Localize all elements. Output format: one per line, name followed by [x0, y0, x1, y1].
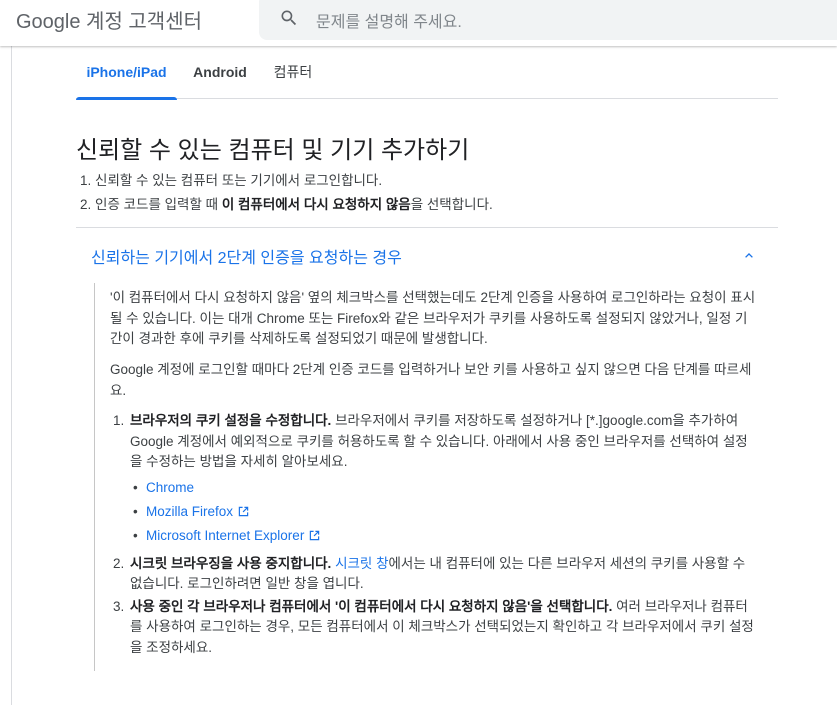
- platform-tabs: iPhone/iPad Android 컴퓨터: [76, 46, 778, 100]
- external-link-icon: [310, 530, 320, 540]
- bullet: •: [133, 479, 138, 495]
- chevron-up-icon[interactable]: [742, 248, 756, 262]
- search-icon[interactable]: [279, 8, 299, 28]
- step-text: 을 선택합니다.: [410, 197, 493, 212]
- header: Google 계정 고객센터 문제를 설명해 주세요.: [0, 0, 837, 46]
- accordion-body-rule: [94, 283, 95, 671]
- fix-step-number: 2.: [113, 555, 125, 571]
- accordion-paragraph: '이 컴퓨터에서 다시 요청하지 않음' 옆의 체크박스를 선택했는데도 2단계…: [110, 290, 756, 346]
- fix-step-bold-text: 브라우저의 쿠키 설정을 수정합니다.: [130, 413, 332, 428]
- left-border: [11, 46, 12, 705]
- search-input[interactable]: 문제를 설명해 주세요.: [316, 8, 462, 32]
- fix-step-item: 1. 브라우저의 쿠키 설정을 수정합니다. 브라우저에서 쿠키를 저장하도록 …: [110, 411, 758, 548]
- step-text: 신뢰할 수 있는 컴퓨터 또는 기기에서 로그인합니다.: [95, 173, 383, 188]
- browser-links: • Chrome • Mozilla Firefox • Microsoft I…: [130, 476, 758, 548]
- step-text: 인증 코드를 입력할 때: [95, 197, 222, 212]
- fix-step-bold-text: 시크릿 브라우징을 사용 중지합니다.: [130, 555, 332, 571]
- step-item: 2. 인증 코드를 입력할 때 이 컴퓨터에서 다시 요청하지 않음을 선택합니…: [80, 195, 493, 219]
- fix-step-number: 3.: [113, 598, 125, 614]
- step-number: 1.: [80, 173, 92, 188]
- accordion-paragraph: Google 계정에 로그인할 때마다 2단계 인증 코드를 입력하거나 보안 …: [110, 362, 752, 398]
- step-number: 2.: [80, 197, 92, 212]
- fix-step-number: 1.: [113, 413, 125, 428]
- accordion-title[interactable]: 신뢰하는 기기에서 2단계 인증을 요청하는 경우: [91, 244, 402, 268]
- step-bold-text: 이 컴퓨터에서 다시 요청하지 않음: [221, 197, 411, 212]
- tab-android[interactable]: Android: [186, 46, 254, 99]
- fix-step-item: 3. 사용 중인 각 브라우저나 컴퓨터에서 '이 컴퓨터에서 다시 요청하지 …: [110, 597, 758, 659]
- fix-steps-list: 1. 브라우저의 쿠키 설정을 수정합니다. 브라우저에서 쿠키를 저장하도록 …: [110, 411, 758, 658]
- fix-step-item: 2. 시크릿 브라우징을 사용 중지합니다. 시크릿 창에서는 내 컴퓨터에 있…: [110, 554, 758, 595]
- help-center-logo[interactable]: Google 계정 고객센터: [16, 5, 202, 34]
- section-title: 신뢰할 수 있는 컴퓨터 및 기기 추가하기: [76, 137, 470, 164]
- list-item: • Microsoft Internet Explorer: [130, 524, 758, 548]
- link-incognito-window[interactable]: 시크릿 창: [335, 556, 388, 571]
- bullet: •: [133, 527, 138, 543]
- external-link-icon: [238, 506, 249, 516]
- tab-computer[interactable]: 컴퓨터: [266, 46, 320, 99]
- link-label[interactable]: Microsoft Internet Explorer: [146, 528, 304, 543]
- fix-step-bold-text: 사용 중인 각 브라우저나 컴퓨터에서 '이 컴퓨터에서 다시 요청하지 않음'…: [130, 598, 613, 614]
- link-chrome[interactable]: Chrome: [146, 480, 194, 495]
- link-internet-explorer[interactable]: Microsoft Internet Explorer: [146, 528, 320, 543]
- tab-iphone-ipad[interactable]: iPhone/iPad: [76, 46, 177, 100]
- link-firefox[interactable]: Mozilla Firefox: [146, 504, 249, 519]
- link-label[interactable]: Mozilla Firefox: [146, 504, 233, 519]
- search-box[interactable]: 문제를 설명해 주세요.: [259, 0, 837, 40]
- bullet: •: [133, 503, 138, 519]
- step-item: 1. 신뢰할 수 있는 컴퓨터 또는 기기에서 로그인합니다.: [80, 171, 493, 195]
- list-item: • Mozilla Firefox: [130, 500, 758, 524]
- list-item: • Chrome: [130, 476, 758, 500]
- accordion-header[interactable]: 신뢰하는 기기에서 2단계 인증을 요청하는 경우: [76, 227, 778, 283]
- steps-list: 1. 신뢰할 수 있는 컴퓨터 또는 기기에서 로그인합니다. 2. 인증 코드…: [80, 171, 493, 219]
